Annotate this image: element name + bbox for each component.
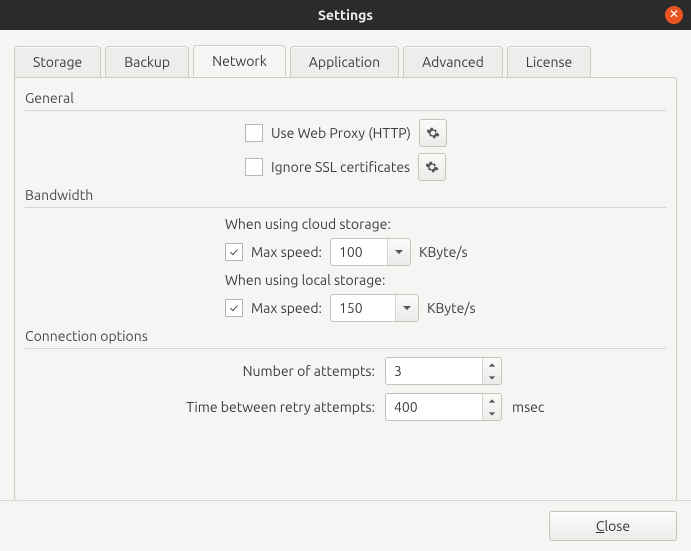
close-icon[interactable]: ✕: [665, 6, 683, 24]
tab-label: Application: [309, 54, 380, 70]
chevron-up-icon: [483, 394, 501, 407]
tab-network[interactable]: Network: [193, 45, 286, 77]
spinner-retry[interactable]: 400: [385, 393, 502, 421]
tab-strip: Storage Backup Network Application Advan…: [14, 44, 677, 77]
close-button[interactable]: Close: [549, 511, 677, 541]
label-ignore-ssl: Ignore SSL certificates: [271, 159, 410, 175]
window-title: Settings: [318, 7, 373, 23]
tab-advanced[interactable]: Advanced: [403, 46, 503, 77]
content-area: Storage Backup Network Application Advan…: [0, 30, 691, 501]
spinner-buttons[interactable]: [482, 394, 501, 420]
section-separator: [25, 110, 666, 111]
gear-icon: [425, 160, 439, 174]
label-use-proxy: Use Web Proxy (HTTP): [271, 125, 411, 141]
dropdown-value: 150: [331, 295, 395, 321]
checkbox-local-maxspeed[interactable]: ✓: [225, 299, 243, 317]
section-separator: [25, 207, 666, 208]
label-maxspeed: Max speed:: [251, 244, 322, 260]
spinner-value: 400: [386, 394, 482, 420]
dropdown-local-speed[interactable]: 150: [330, 294, 419, 322]
tab-panel-network: General Use Web Proxy (HTTP) Ignore SSL …: [14, 77, 677, 501]
gear-proxy-settings[interactable]: [419, 119, 447, 147]
tab-label: Storage: [33, 54, 82, 70]
label-unit: KByte/s: [427, 300, 476, 316]
row-attempts: Number of attempts: 3: [25, 357, 666, 385]
label-retry: Time between retry attempts:: [25, 399, 375, 415]
chevron-up-icon: [483, 358, 501, 371]
title-bar: Settings ✕: [0, 0, 691, 30]
spinner-attempts[interactable]: 3: [385, 357, 502, 385]
section-heading-bandwidth: Bandwidth: [25, 187, 666, 203]
checkbox-ignore-ssl[interactable]: [245, 158, 263, 176]
label-retry-unit: msec: [512, 399, 544, 415]
label-maxspeed: Max speed:: [251, 300, 322, 316]
dropdown-cloud-speed[interactable]: 100: [330, 238, 411, 266]
spinner-value: 3: [386, 358, 482, 384]
spinner-buttons[interactable]: [482, 358, 501, 384]
tab-label: Network: [212, 53, 267, 69]
tab-license[interactable]: License: [507, 46, 592, 77]
chevron-down-icon: [483, 371, 501, 384]
close-button-label: Close: [596, 518, 630, 534]
row-ignore-ssl: Ignore SSL certificates: [25, 153, 666, 181]
section-heading-general: General: [25, 90, 666, 106]
label-cloud-heading: When using cloud storage:: [225, 216, 391, 232]
row-local-speed: ✓ Max speed: 150 KByte/s: [25, 294, 666, 322]
checkbox-use-proxy[interactable]: [245, 124, 263, 142]
button-bar: Close: [0, 500, 691, 551]
chevron-down-icon: [387, 239, 410, 265]
tab-label: Advanced: [422, 54, 484, 70]
section-heading-connection: Connection options: [25, 328, 666, 344]
tab-application[interactable]: Application: [290, 46, 399, 77]
section-separator: [25, 348, 666, 349]
dropdown-value: 100: [331, 239, 387, 265]
tab-backup[interactable]: Backup: [105, 46, 189, 77]
row-cloud-speed: ✓ Max speed: 100 KByte/s: [25, 238, 666, 266]
gear-icon: [426, 126, 440, 140]
label-attempts: Number of attempts:: [25, 363, 375, 379]
label-unit: KByte/s: [419, 244, 468, 260]
chevron-down-icon: [395, 295, 418, 321]
row-local-heading: When using local storage:: [25, 272, 666, 288]
row-cloud-heading: When using cloud storage:: [25, 216, 666, 232]
checkbox-cloud-maxspeed[interactable]: ✓: [225, 243, 243, 261]
label-local-heading: When using local storage:: [225, 272, 385, 288]
row-use-proxy: Use Web Proxy (HTTP): [25, 119, 666, 147]
tab-label: License: [526, 54, 573, 70]
gear-ssl-settings[interactable]: [418, 153, 446, 181]
tab-label: Backup: [124, 54, 170, 70]
row-retry: Time between retry attempts: 400 msec: [25, 393, 666, 421]
chevron-down-icon: [483, 407, 501, 420]
tab-storage[interactable]: Storage: [14, 46, 101, 77]
